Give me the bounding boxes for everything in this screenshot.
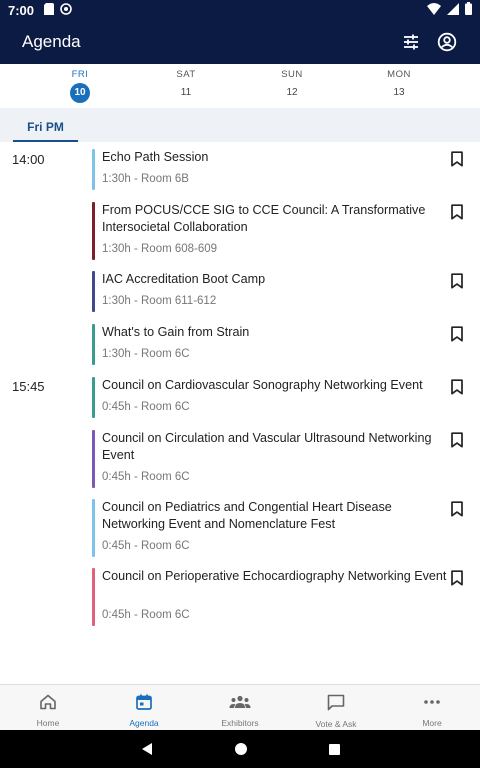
system-navigation-bar [0, 730, 480, 768]
session-item[interactable]: What's to Gain from Strain 1:30h - Room … [92, 324, 472, 365]
status-bar: 7:00 [0, 0, 480, 20]
recents-square-icon[interactable] [328, 743, 341, 756]
day-sat[interactable]: SAT 11 [156, 69, 216, 103]
session-meta: 1:30h - Room 608-609 [102, 243, 218, 255]
calendar-icon [136, 694, 152, 715]
day-sun[interactable]: SUN 12 [262, 69, 322, 103]
bookmark-icon[interactable] [450, 326, 466, 344]
session-item[interactable]: Echo Path Session 1:30h - Room 6B [92, 149, 472, 190]
sync-icon [60, 2, 72, 18]
nav-label: More [422, 718, 442, 728]
track-color-bar [92, 202, 95, 260]
bottom-navigation: Home Agenda Exhibitors Vote & Ask More [0, 684, 480, 730]
filter-sliders-icon[interactable] [400, 31, 422, 53]
day-name: SAT [176, 69, 196, 80]
bookmark-icon[interactable] [450, 204, 466, 222]
track-color-bar [92, 430, 95, 488]
day-name: FRI [71, 69, 89, 80]
session-item[interactable]: Council on Circulation and Vascular Ultr… [92, 430, 472, 488]
track-color-bar [92, 499, 95, 557]
day-date: 13 [393, 87, 405, 98]
bookmark-icon[interactable] [450, 432, 466, 450]
session-list[interactable]: 14:00 15:45 Echo Path Session 1:30h - Ro… [0, 142, 480, 684]
day-date: 10 [70, 83, 90, 103]
bookmark-icon[interactable] [450, 273, 466, 291]
bookmark-icon[interactable] [450, 151, 466, 169]
session-item[interactable]: Council on Cardiovascular Sonography Net… [92, 377, 472, 418]
session-meta: 1:30h - Room 611-612 [102, 295, 217, 307]
session-meta: 0:45h - Room 6C [102, 401, 190, 413]
session-title: What's to Gain from Strain [102, 325, 250, 339]
day-selector: FRI 10 SAT 11 SUN 12 MON 13 [0, 64, 480, 108]
nav-label: Vote & Ask [315, 719, 357, 729]
people-group-icon [229, 694, 251, 715]
session-title: Council on Cardiovascular Sonography Net… [102, 378, 423, 392]
wifi-icon [427, 2, 441, 18]
bookmark-icon[interactable] [450, 501, 466, 519]
track-color-bar [92, 149, 95, 190]
session-title: Echo Path Session [102, 150, 209, 164]
time-group-label: 14:00 [12, 152, 45, 167]
more-dots-icon [423, 694, 441, 715]
page-title: Agenda [22, 32, 81, 51]
session-item[interactable]: Council on Pediatrics and Congential Hea… [92, 499, 472, 557]
day-name: SUN [281, 69, 303, 80]
nav-agenda[interactable]: Agenda [96, 685, 192, 730]
track-color-bar [92, 271, 95, 312]
track-color-bar [92, 377, 95, 418]
status-time: 7:00 [8, 2, 35, 18]
session-meta: 1:30h - Room 6B [102, 173, 189, 185]
nav-label: Exhibitors [221, 718, 259, 728]
day-fri[interactable]: FRI 10 [50, 69, 110, 103]
home-icon [39, 694, 57, 715]
signal-icon [447, 2, 459, 18]
session-item[interactable]: IAC Accreditation Boot Camp 1:30h - Room… [92, 271, 472, 312]
session-meta: 0:45h - Room 6C [102, 471, 190, 483]
session-meta: 1:30h - Room 6C [102, 348, 190, 360]
battery-icon [465, 2, 472, 18]
day-date: 11 [180, 87, 192, 98]
day-date: 12 [286, 87, 298, 98]
session-item[interactable]: From POCUS/CCE SIG to CCE Council: A Tra… [92, 202, 472, 260]
nav-home[interactable]: Home [0, 685, 96, 730]
session-item[interactable]: Council on Perioperative Echocardiograph… [92, 568, 472, 626]
session-title: From POCUS/CCE SIG to CCE Council: A Tra… [102, 203, 426, 234]
track-color-bar [92, 324, 95, 365]
nav-exhibitors[interactable]: Exhibitors [192, 685, 288, 730]
nav-more[interactable]: More [384, 685, 480, 730]
time-group-label: 15:45 [12, 379, 45, 394]
bookmark-icon[interactable] [450, 379, 466, 397]
home-circle-icon[interactable] [234, 742, 248, 756]
session-title: Council on Circulation and Vascular Ultr… [102, 431, 432, 462]
app-bar: Agenda [0, 20, 480, 64]
back-icon[interactable] [140, 742, 154, 756]
sd-card-icon [44, 2, 55, 18]
track-color-bar [92, 568, 95, 626]
tab-fri-pm[interactable]: Fri PM [13, 108, 78, 142]
session-title: IAC Accreditation Boot Camp [102, 272, 266, 286]
nav-vote-ask[interactable]: Vote & Ask [288, 685, 384, 730]
bookmark-icon[interactable] [450, 570, 466, 588]
account-circle-icon[interactable] [436, 31, 458, 53]
session-title: Council on Pediatrics and Congential Hea… [102, 500, 392, 531]
period-tabs: Fri PM [0, 108, 480, 142]
session-meta: 0:45h - Room 6C [102, 609, 190, 621]
nav-label: Home [36, 718, 60, 728]
day-name: MON [387, 69, 411, 80]
session-title: Council on Perioperative Echocardiograph… [102, 569, 447, 583]
session-meta: 0:45h - Room 6C [102, 540, 190, 552]
day-mon[interactable]: MON 13 [369, 69, 429, 103]
nav-label: Agenda [129, 718, 159, 728]
chat-bubble-icon [327, 694, 345, 716]
